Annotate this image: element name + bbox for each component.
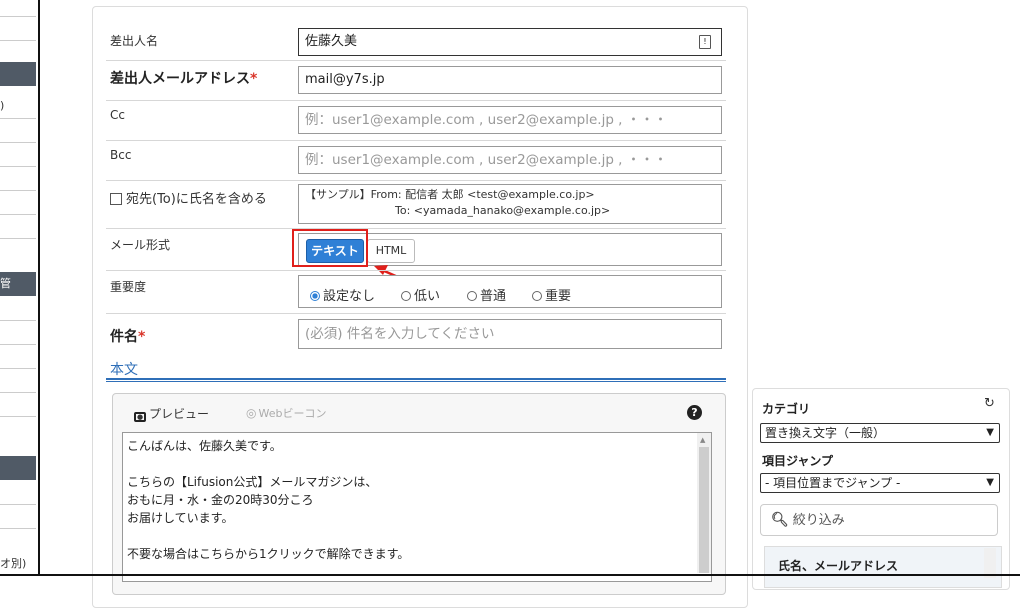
- body-line: おもに月・水・金の20時30分ころ: [127, 493, 314, 507]
- sidebar-divider: [0, 504, 36, 505]
- cc-label: Cc: [110, 108, 125, 122]
- row-divider: [106, 100, 726, 101]
- sidebar-divider: [0, 40, 36, 41]
- sidebar-divider: [0, 142, 36, 143]
- item-jump-select[interactable]: - 項目位置までジャンプ - ▼: [760, 473, 1000, 493]
- item-jump-select-value: - 項目位置までジャンプ -: [765, 476, 901, 490]
- preview-tab[interactable]: ● プレビュー: [134, 405, 209, 422]
- radio-icon[interactable]: [401, 291, 411, 301]
- sidebar-divider: [0, 344, 36, 345]
- preview-tab-label: プレビュー: [149, 407, 210, 421]
- sample-preview-box: 【サンプル】From: 配信者 太郎 <test@example.co.jp> …: [298, 184, 722, 224]
- annotation-highlight-box: [292, 229, 368, 267]
- filter-input[interactable]: 🔍︎ 絞り込み: [760, 504, 998, 536]
- body-line: 不要な場合はこちらから1クリックで解除できます。: [127, 547, 410, 561]
- sender-name-input[interactable]: 佐藤久美 !: [298, 28, 722, 56]
- priority-option-label: 普通: [480, 289, 507, 304]
- sidebar-divider: [0, 392, 36, 393]
- preview-eye-icon: ●: [134, 412, 146, 422]
- row-divider: [106, 180, 726, 181]
- textarea-scrollbar-thumb[interactable]: [699, 447, 709, 573]
- bcc-input[interactable]: 例：user1@example.com , user2@example.jp ,…: [298, 146, 722, 174]
- row-divider: [106, 60, 726, 61]
- contact-card-icon[interactable]: !: [699, 35, 711, 49]
- bcc-label: Bcc: [110, 148, 132, 162]
- include-name-option[interactable]: 宛先(To)に氏名を含める: [110, 188, 267, 207]
- required-mark: *: [250, 71, 258, 87]
- search-icon: 🔍︎: [771, 512, 789, 528]
- mail-format-label: メール形式: [110, 238, 171, 252]
- sidebar-divider: [0, 190, 36, 191]
- sidebar-section-header: [0, 456, 36, 480]
- filter-placeholder: 絞り込み: [792, 513, 845, 528]
- subject-label-text: 件名: [110, 329, 138, 345]
- radio-icon[interactable]: [467, 291, 477, 301]
- priority-option-normal[interactable]: 普通: [467, 285, 506, 304]
- subject-label: 件名*: [110, 326, 145, 346]
- category-select-value: 置き換え文字（一般）: [765, 426, 886, 440]
- sidebar-section-header: 管: [0, 272, 36, 296]
- priority-option-label: 設定なし: [323, 289, 376, 304]
- cc-input[interactable]: 例：user1@example.com , user2@example.jp ,…: [298, 106, 722, 134]
- sidebar-divider: [0, 214, 36, 215]
- sample-line-to: To: <yamada_hanako@example.co.jp>: [395, 204, 611, 217]
- sender-email-label-text: 差出人メールアドレス: [110, 71, 250, 87]
- broadcast-icon: ◎: [246, 406, 257, 420]
- priority-option-high[interactable]: 重要: [532, 285, 571, 304]
- body-heading: 本文: [110, 362, 138, 378]
- item-jump-label: 項目ジャンプ: [762, 454, 834, 468]
- sidebar-item-text[interactable]: ): [0, 100, 4, 112]
- priority-option-label: 低い: [414, 289, 441, 304]
- sidebar-item-text[interactable]: オ別): [0, 558, 26, 570]
- sidebar-divider: [0, 528, 36, 529]
- category-label: カテゴリ: [762, 402, 811, 416]
- sidebar-section-header: [0, 62, 36, 86]
- sender-email-input[interactable]: mail@y7s.jp: [298, 66, 722, 94]
- sidebar-divider: [0, 320, 36, 321]
- sidebar-divider: [0, 368, 36, 369]
- body-line: こちらの【Lifusion公式】メールマガジンは、: [127, 475, 378, 489]
- scroll-up-arrow-icon[interactable]: ▲: [700, 436, 705, 444]
- priority-option-label: 重要: [545, 289, 572, 304]
- category-select[interactable]: 置き換え文字（一般） ▼: [760, 423, 1000, 443]
- priority-option-none[interactable]: 設定なし: [310, 285, 375, 304]
- row-divider: [106, 228, 726, 229]
- chevron-down-icon: ▼: [986, 477, 994, 488]
- body-line: こんばんは、佐藤久美です。: [127, 439, 282, 453]
- sidebar-divider: [0, 416, 36, 417]
- webbeacon-tab[interactable]: ◎ Webビーコン: [246, 405, 326, 421]
- sender-email-label: 差出人メールアドレス*: [110, 68, 257, 88]
- radio-selected-icon[interactable]: [310, 291, 320, 301]
- help-icon[interactable]: ?: [687, 405, 702, 420]
- left-sidebar: ) 管 オ別): [0, 0, 40, 576]
- body-line: [127, 527, 707, 545]
- include-name-checkbox[interactable]: [110, 193, 122, 205]
- body-textarea[interactable]: こんばんは、佐藤久美です。 こちらの【Lifusion公式】メールマガジンは、 …: [122, 432, 712, 582]
- row-divider: [106, 270, 726, 271]
- radio-icon[interactable]: [532, 291, 542, 301]
- list-item[interactable]: 氏名、メールアドレス: [778, 557, 898, 574]
- sender-name-label: 差出人名: [110, 34, 159, 48]
- refresh-icon[interactable]: ↻: [984, 396, 995, 411]
- required-mark: *: [138, 329, 146, 345]
- sidebar-divider: [0, 166, 36, 167]
- row-divider: [106, 313, 726, 314]
- sidebar-divider: [0, 118, 36, 119]
- row-divider: [106, 140, 726, 141]
- body-heading-rule: [106, 378, 726, 382]
- webbeacon-tab-label: Webビーコン: [258, 407, 327, 420]
- sidebar-section-text: 管: [0, 277, 11, 290]
- sidebar-divider: [0, 16, 36, 17]
- chevron-down-icon: ▼: [986, 427, 994, 438]
- sidebar-divider: [0, 238, 36, 239]
- body-line: [127, 455, 707, 473]
- priority-option-low[interactable]: 低い: [401, 285, 440, 304]
- sample-line-from: 【サンプル】From: 配信者 太郎 <test@example.co.jp>: [305, 188, 595, 201]
- body-line: お届けしています。: [127, 511, 234, 525]
- sender-email-value: mail@y7s.jp: [305, 72, 385, 87]
- priority-label: 重要度: [110, 280, 147, 294]
- subject-input[interactable]: (必須) 件名を入力してください: [298, 319, 722, 349]
- sender-name-value: 佐藤久美: [305, 34, 358, 49]
- include-name-label: 宛先(To)に氏名を含める: [126, 192, 267, 207]
